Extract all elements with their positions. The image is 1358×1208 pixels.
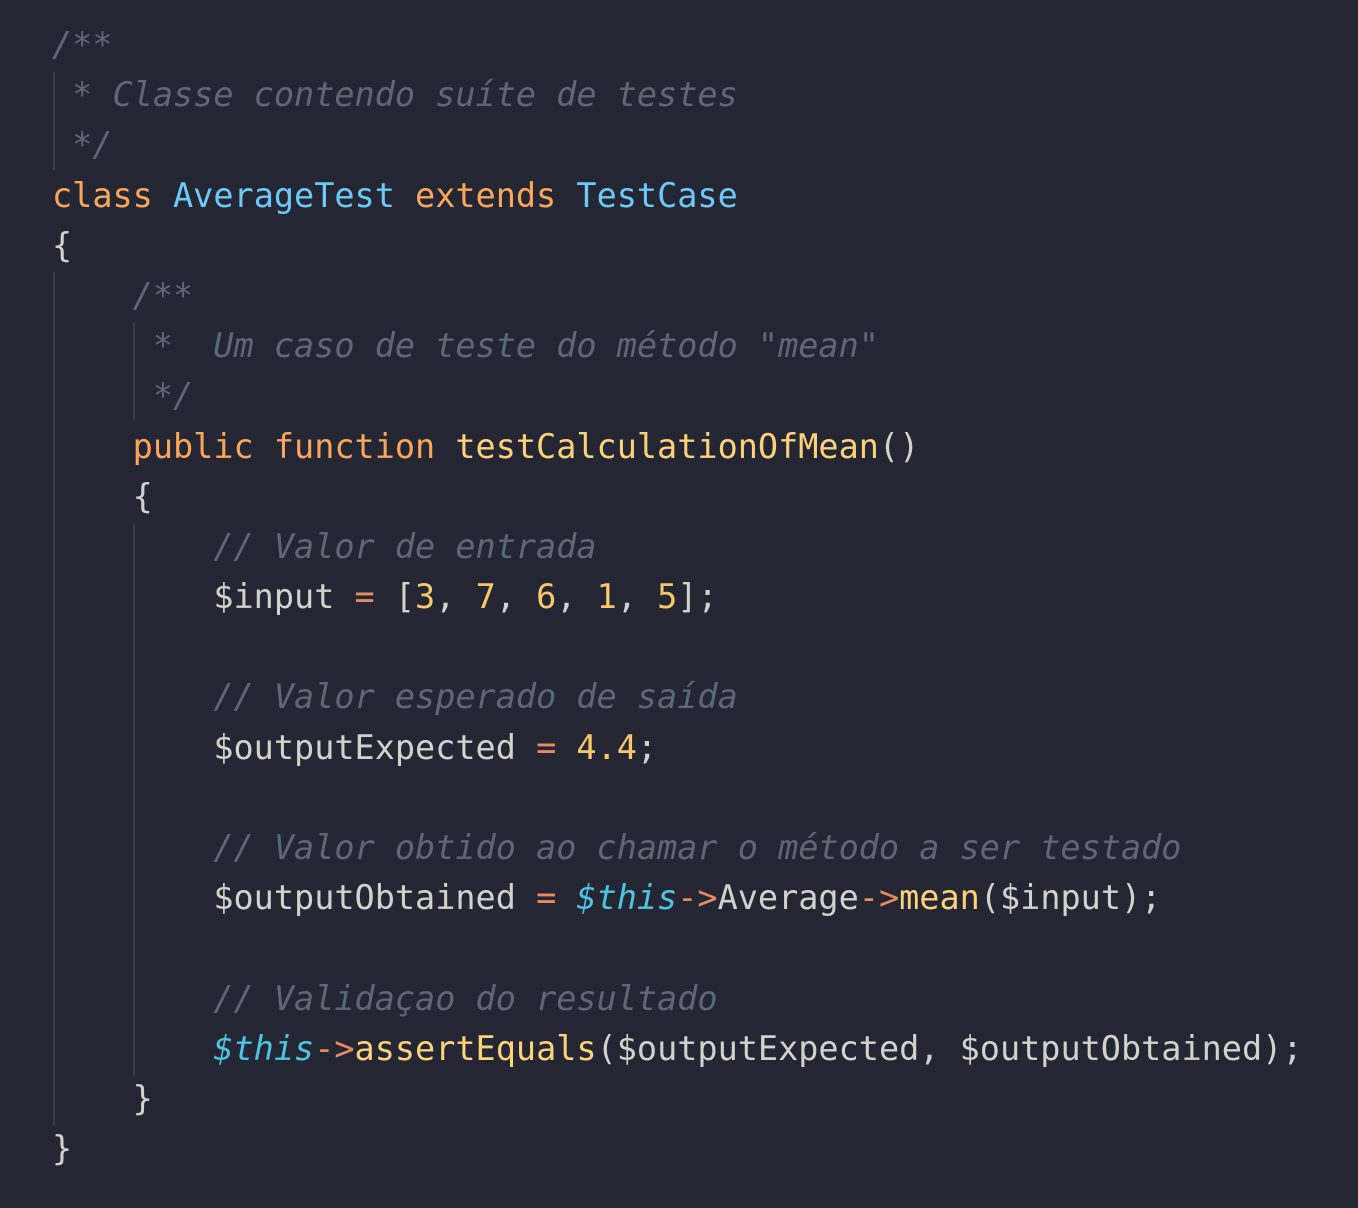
code-token-cm: // Valor de entrada: [52, 526, 597, 566]
code-token-tx: ,: [495, 577, 537, 617]
code-line: {: [52, 472, 1302, 522]
code-token-cm: * Um caso de teste do método "mean": [52, 326, 879, 366]
code-line: // Valor de entrada: [52, 522, 1302, 572]
code-line: * Um caso de teste do método "mean": [52, 321, 1302, 371]
code-token-tx: ($outputExpected, $outputObtained);: [596, 1028, 1303, 1068]
code-token-tx: (): [878, 426, 920, 466]
code-line: }: [52, 1124, 1302, 1174]
code-token-cm: // Validaçao do resultado: [52, 978, 718, 1018]
code-token-fn: assertEquals: [354, 1028, 597, 1068]
code-editor: /** * Classe contendo suíte de testes */…: [52, 20, 1302, 1174]
code-line: * Classe contendo suíte de testes: [52, 70, 1302, 120]
code-token-op: ->: [858, 878, 900, 918]
code-token-num: 5: [657, 577, 678, 617]
code-line: // Validaçao do resultado: [52, 974, 1302, 1024]
code-token-cls: TestCase: [576, 175, 738, 215]
code-token-cm: */: [52, 125, 113, 165]
code-token-op: =: [354, 577, 395, 617]
code-token-cm: */: [52, 376, 194, 416]
code-token-op: ->: [314, 1028, 355, 1068]
code-token-fn: testCalculationOfMean: [455, 426, 879, 466]
code-token-cls: AverageTest: [173, 175, 416, 215]
code-token-tx: {: [52, 225, 73, 265]
code-line: {: [52, 221, 1302, 271]
code-line: */: [52, 120, 1302, 170]
code-token-tx: [: [394, 577, 416, 617]
code-token-cm: /**: [52, 275, 194, 315]
code-token-tx: ];: [677, 577, 718, 617]
code-line: /**: [52, 20, 1302, 70]
code-token-tx: ($input);: [979, 878, 1162, 918]
code-token-num: 3: [415, 577, 436, 617]
code-token-cm: // Valor obtido ao chamar o método a ser…: [52, 828, 1182, 867]
code-token-fn: mean: [899, 878, 980, 918]
code-line: /**: [52, 271, 1302, 321]
code-line: }: [52, 1074, 1302, 1124]
code-token-tx: ,: [616, 577, 658, 617]
code-line: // Valor esperado de saída: [52, 672, 1302, 722]
code-token-tx: $input: [52, 577, 355, 617]
code-token-tx: ,: [556, 577, 597, 617]
code-token-num: 7: [475, 577, 496, 617]
code-token-tx: }: [52, 1129, 73, 1169]
code-line: $input = [3, 7, 6, 1, 5];: [52, 572, 1302, 622]
code-line: $this->assertEquals($outputExpected, $ou…: [52, 1024, 1302, 1074]
code-line: class AverageTest extends TestCase: [52, 171, 1302, 221]
code-token-this: $this: [576, 878, 678, 918]
code-token-tx: {: [52, 476, 153, 516]
code-token-num: 1: [596, 577, 617, 617]
code-token-num: 4.4: [576, 727, 637, 767]
code-token-op: ->: [677, 878, 718, 918]
code-token-tx: $outputExpected: [52, 727, 537, 767]
code-token-cm: // Valor esperado de saída: [52, 677, 738, 717]
code-line: public function testCalculationOfMean(): [52, 422, 1302, 472]
code-line: $outputObtained = $this->Average->mean($…: [52, 873, 1302, 923]
code-token-kw: public function: [52, 426, 456, 466]
code-token-tx: ;: [636, 727, 658, 767]
code-token-cm: * Classe contendo suíte de testes: [52, 75, 738, 115]
code-token-cm: /**: [52, 25, 113, 64]
code-token-tx: }: [52, 1078, 153, 1118]
code-token-kw: extends: [415, 175, 577, 215]
code-line: // Valor obtido ao chamar o método a ser…: [52, 823, 1302, 873]
code-token-num: 6: [536, 577, 557, 617]
code-token-tx: ,: [435, 577, 476, 617]
code-line: $outputExpected = 4.4;: [52, 723, 1302, 773]
code-token-tx: Average: [717, 878, 859, 918]
code-token-kw: class: [52, 175, 174, 215]
code-token-op: =: [536, 727, 577, 767]
code-token-op: =: [536, 878, 577, 918]
code-token-tx: $outputObtained: [52, 878, 537, 918]
code-line: */: [52, 371, 1302, 421]
code-token-this: $this: [52, 1028, 315, 1068]
